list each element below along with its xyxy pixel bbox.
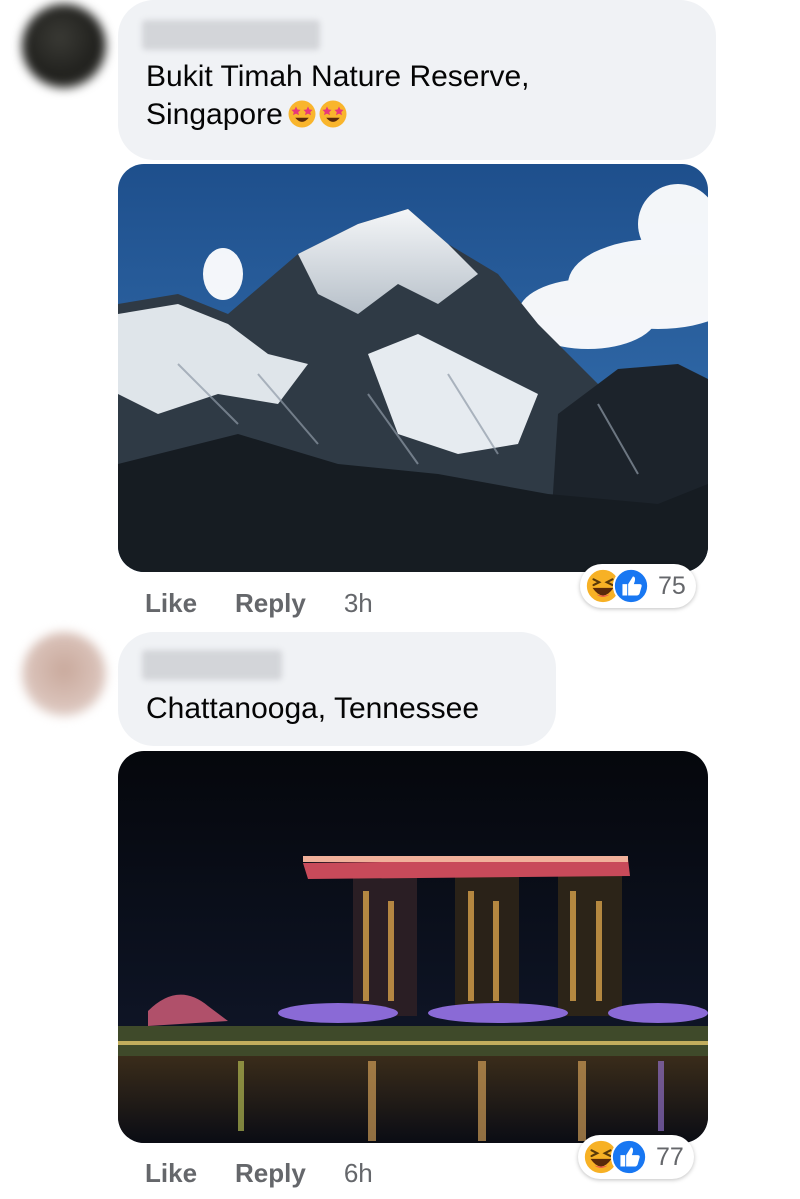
avatar[interactable] bbox=[22, 4, 106, 88]
comment-bubble: Chattanooga, Tennessee bbox=[118, 632, 556, 746]
timestamp[interactable]: 6h bbox=[344, 1158, 373, 1189]
reply-button[interactable]: Reply bbox=[235, 588, 306, 619]
comment-photo-mountain[interactable] bbox=[118, 164, 708, 572]
comment-text: Bukit Timah Nature Reserve, Singapore bbox=[146, 58, 529, 134]
comment-text-line-2-label: Singapore bbox=[146, 98, 283, 131]
reactions-summary[interactable]: 75 bbox=[580, 564, 696, 608]
avatar[interactable] bbox=[22, 632, 106, 716]
like-button[interactable]: Like bbox=[145, 1158, 197, 1189]
star-struck-icon bbox=[318, 99, 348, 129]
reaction-count: 77 bbox=[656, 1142, 684, 1171]
comment-bubble: Bukit Timah Nature Reserve, Singapore bbox=[118, 0, 716, 160]
like-button[interactable]: Like bbox=[145, 588, 197, 619]
star-struck-icon bbox=[287, 99, 317, 129]
comment-actions: Like Reply 6h bbox=[145, 1158, 373, 1189]
comment-photo-skyline[interactable] bbox=[118, 751, 708, 1143]
comment-text-line-1: Bukit Timah Nature Reserve, bbox=[146, 60, 530, 93]
reply-button[interactable]: Reply bbox=[235, 1158, 306, 1189]
reactions-summary[interactable]: 77 bbox=[578, 1135, 694, 1179]
comment-text-line-2: Singapore bbox=[146, 96, 529, 134]
like-icon bbox=[610, 1138, 648, 1176]
comment-actions: Like Reply 3h bbox=[145, 588, 373, 619]
like-icon bbox=[612, 567, 650, 605]
timestamp[interactable]: 3h bbox=[344, 588, 373, 619]
commenter-name-blurred[interactable] bbox=[142, 650, 282, 680]
comment-text: Chattanooga, Tennessee bbox=[146, 692, 480, 725]
commenter-name-blurred[interactable] bbox=[142, 20, 320, 50]
reaction-count: 75 bbox=[658, 571, 686, 600]
